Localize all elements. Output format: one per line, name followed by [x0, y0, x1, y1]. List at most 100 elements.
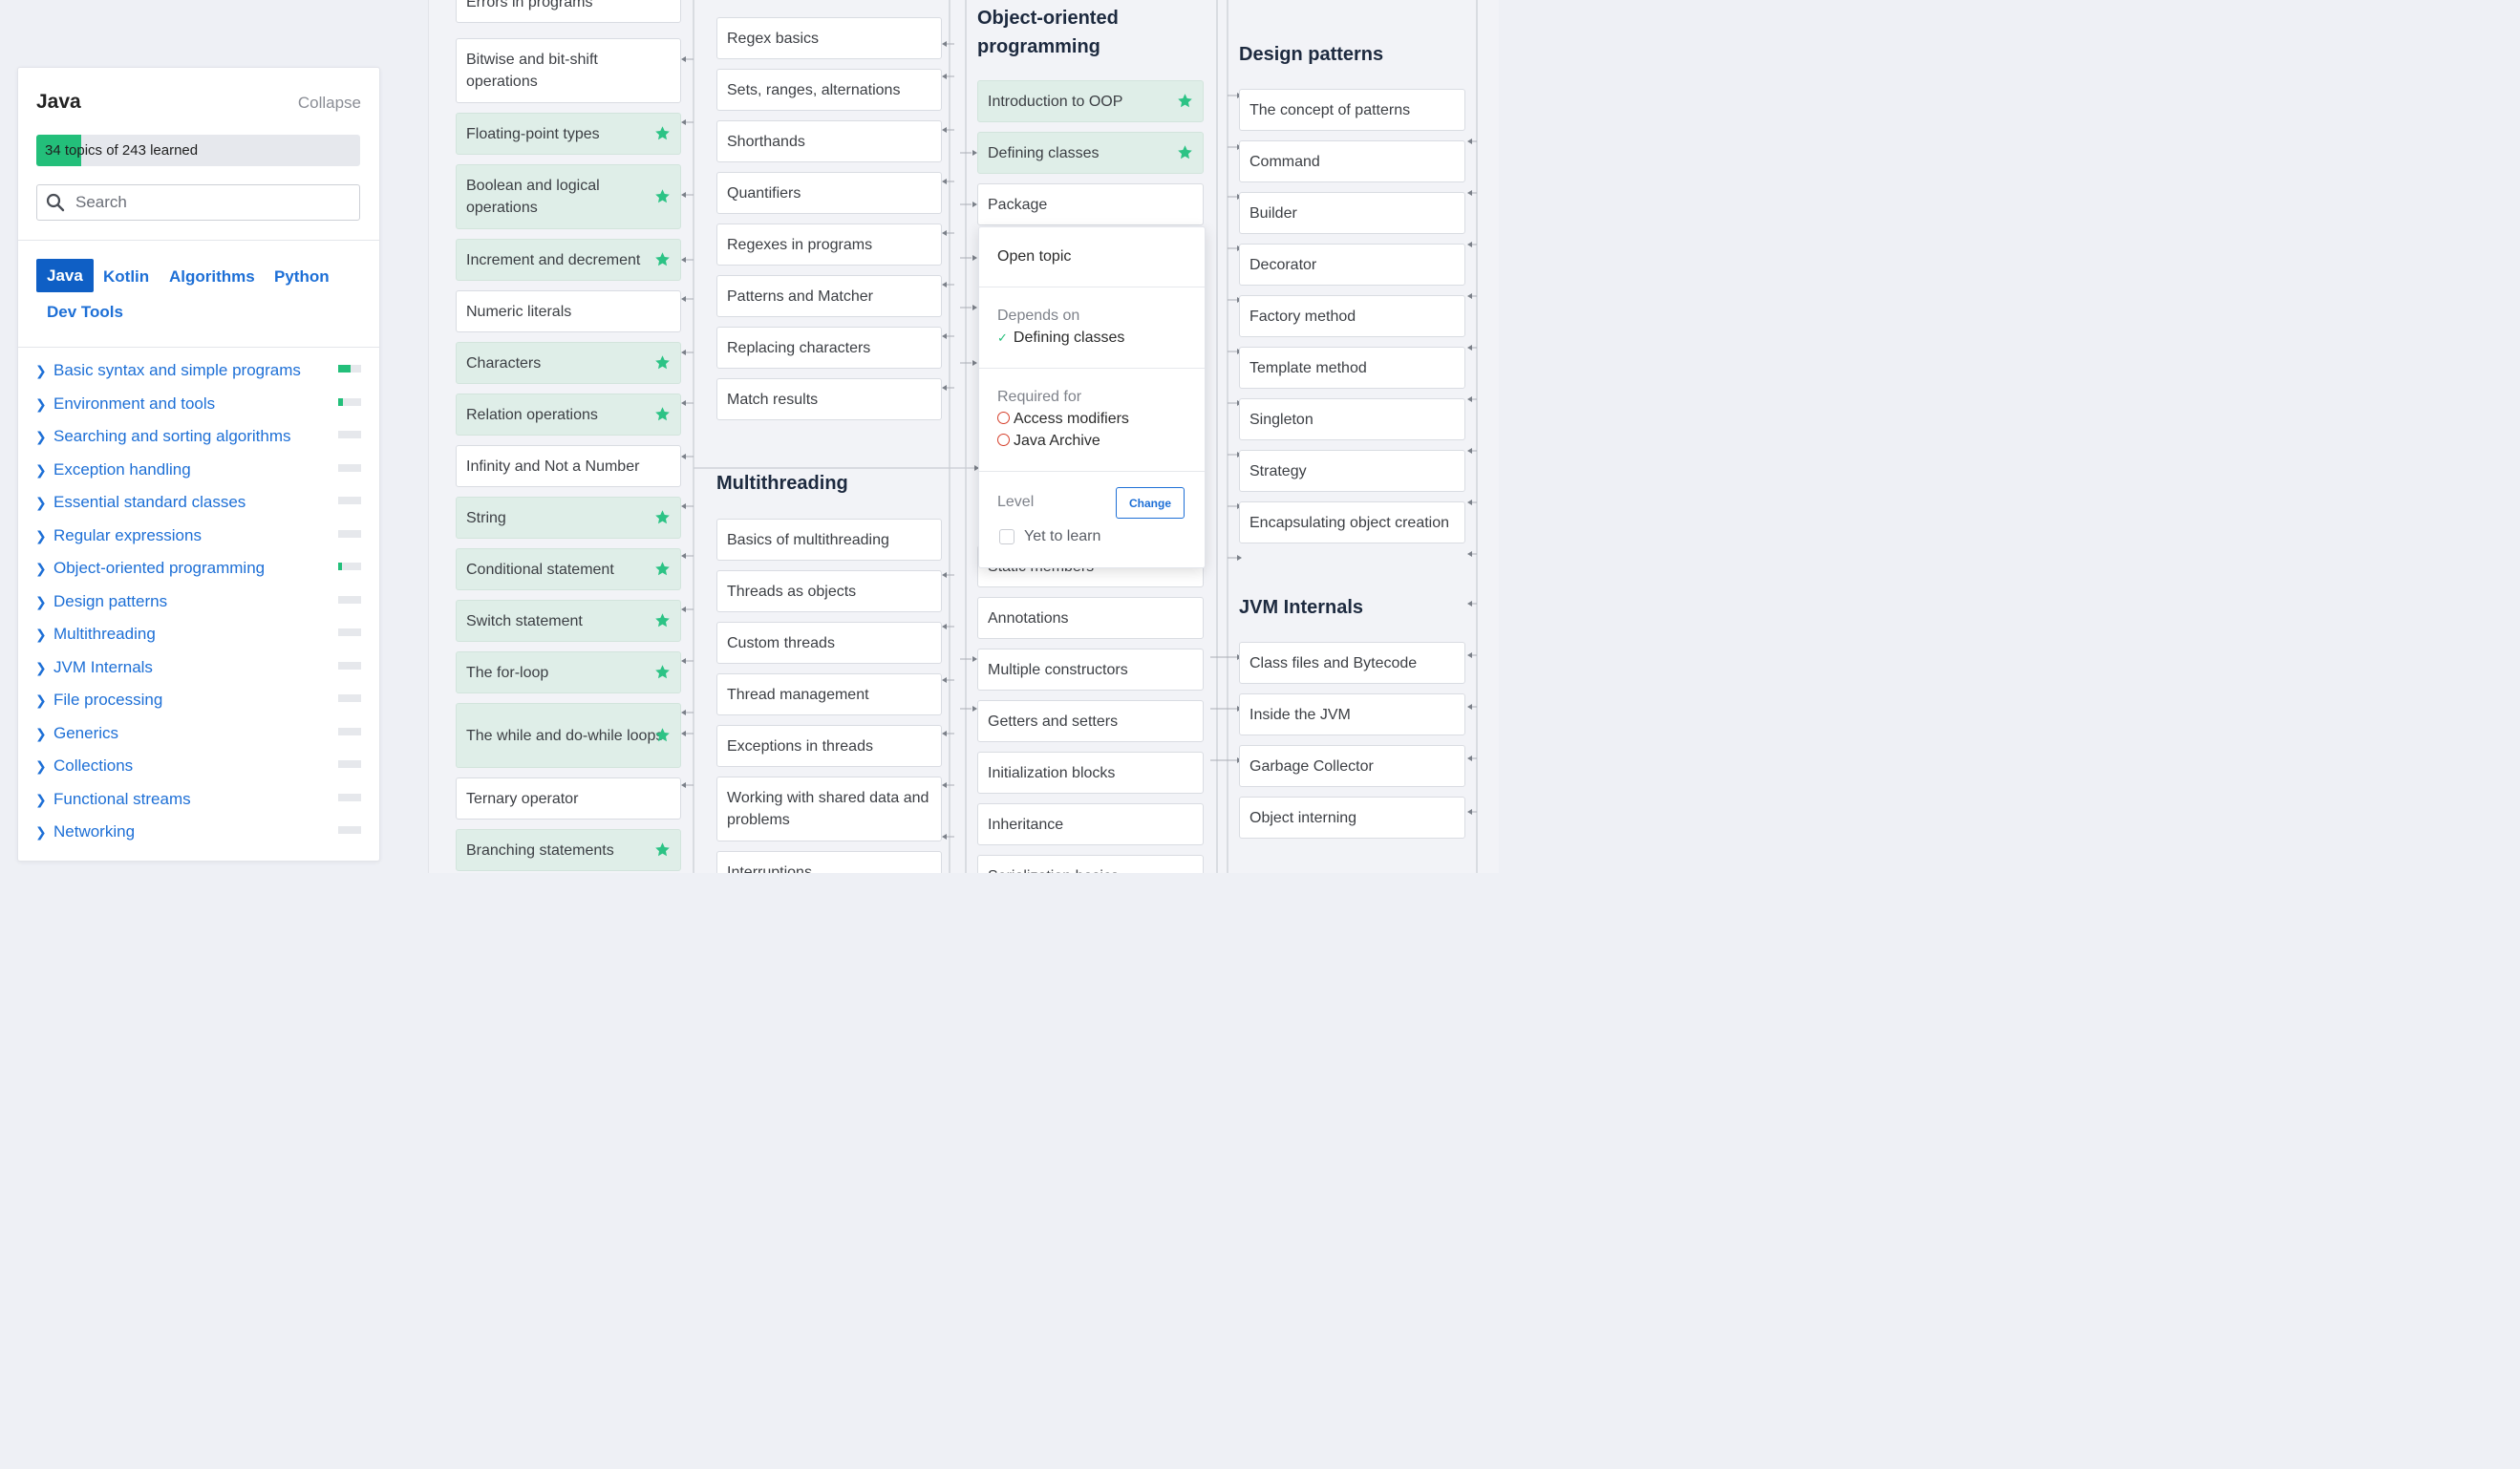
topic-card-characters[interactable]: Characters [456, 342, 681, 384]
topic-card-garbage-collector[interactable]: Garbage Collector [1239, 745, 1465, 787]
topic-card-singleton[interactable]: Singleton [1239, 398, 1465, 440]
required-for-item[interactable]: Java Archive [997, 433, 1100, 450]
topic-card-object-interning[interactable]: Object interning [1239, 797, 1465, 839]
topic-row-collections[interactable]: ❯ Collections [18, 755, 379, 783]
topic-row-networking[interactable]: ❯ Networking [18, 820, 379, 849]
topic-card-label: Initialization blocks [988, 764, 1116, 781]
topic-card-serialization-basics[interactable]: Serialization basics [977, 855, 1204, 873]
topic-card-class-files-and-bytecode[interactable]: Class files and Bytecode [1239, 642, 1465, 684]
topic-card-label: Working with shared data and problems [727, 790, 929, 828]
topic-card-shorthands[interactable]: Shorthands [716, 120, 942, 162]
topic-card-bitwise-and-bit-shift-operations[interactable]: Bitwise and bit-shift operations [456, 38, 681, 103]
topic-card-the-while-and-do-while-loops[interactable]: The while and do-while loops [456, 703, 681, 768]
topic-row-regular-expressions[interactable]: ❯ Regular expressions [18, 524, 379, 553]
topic-card-thread-management[interactable]: Thread management [716, 673, 942, 715]
tab-kotlin[interactable]: Kotlin [103, 267, 149, 287]
topic-card-command[interactable]: Command [1239, 140, 1465, 182]
topic-card-getters-and-setters[interactable]: Getters and setters [977, 700, 1204, 742]
topic-card-match-results[interactable]: Match results [716, 378, 942, 420]
topic-row-searching-and-sorting-algorithms[interactable]: ❯ Searching and sorting algorithms [18, 425, 379, 454]
topic-card-increment-and-decrement[interactable]: Increment and decrement [456, 239, 681, 281]
topic-card-threads-as-objects[interactable]: Threads as objects [716, 570, 942, 612]
knowledge-map[interactable]: Errors in programs Bitwise and bit-shift … [428, 0, 1499, 873]
topic-row-essential-standard-classes[interactable]: ❯ Essential standard classes [18, 491, 379, 520]
topic-row-exception-handling[interactable]: ❯ Exception handling [18, 458, 379, 487]
topic-card-package[interactable]: Package [977, 183, 1204, 225]
topic-row-functional-streams[interactable]: ❯ Functional streams [18, 788, 379, 817]
chevron-right-icon: ❯ [35, 758, 47, 774]
change-level-button[interactable]: Change [1116, 487, 1185, 519]
topic-card-basics-of-multithreading[interactable]: Basics of multithreading [716, 519, 942, 561]
topic-row-multithreading[interactable]: ❯ Multithreading [18, 623, 379, 651]
topic-progress-bar [338, 431, 361, 438]
topic-card-branching-statements[interactable]: Branching statements [456, 829, 681, 871]
topic-card-label: Characters [466, 354, 542, 372]
topic-row-generics[interactable]: ❯ Generics [18, 722, 379, 751]
topic-card-introduction-to-oop[interactable]: Introduction to OOP [977, 80, 1204, 122]
topic-card-defining-classes[interactable]: Defining classes [977, 132, 1204, 174]
topic-card-infinity-and-not-a-number[interactable]: Infinity and Not a Number [456, 445, 681, 487]
topic-card-errors-in-programs[interactable]: Errors in programs [456, 0, 681, 23]
topic-card-switch-statement[interactable]: Switch statement [456, 600, 681, 642]
topic-card-sets-ranges-alternations[interactable]: Sets, ranges, alternations [716, 69, 942, 111]
topic-row-jvm-internals[interactable]: ❯ JVM Internals [18, 656, 379, 685]
tab-algorithms[interactable]: Algorithms [169, 267, 255, 287]
topic-card-template-method[interactable]: Template method [1239, 347, 1465, 389]
divider [18, 347, 379, 348]
section-heading-design-patterns: Design patterns [1239, 44, 1384, 65]
topics-panel: Java Collapse 34 topics of 243 learned J… [17, 67, 380, 862]
topic-row-basic-syntax-and-simple-programs[interactable]: ❯ Basic syntax and simple programs [18, 359, 379, 388]
topic-card-conditional-statement[interactable]: Conditional statement [456, 548, 681, 590]
topic-row-design-patterns[interactable]: ❯ Design patterns [18, 590, 379, 619]
topic-row-object-oriented-programming[interactable]: ❯ Object-oriented programming [18, 557, 379, 585]
depends-on-item[interactable]: ✓ Defining classes [997, 330, 1124, 347]
topic-card-label: The for-loop [466, 664, 549, 681]
topic-card-ternary-operator[interactable]: Ternary operator [456, 777, 681, 820]
topic-card-replacing-characters[interactable]: Replacing characters [716, 327, 942, 369]
tab-java[interactable]: Java [36, 259, 94, 292]
topic-card-custom-threads[interactable]: Custom threads [716, 622, 942, 664]
topic-card-factory-method[interactable]: Factory method [1239, 295, 1465, 337]
topic-label: Basic syntax and simple programs [53, 361, 301, 379]
search-input[interactable] [74, 187, 345, 218]
topic-card-decorator[interactable]: Decorator [1239, 244, 1465, 286]
topic-card-label: Template method [1249, 359, 1367, 376]
topic-card-regex-basics[interactable]: Regex basics [716, 17, 942, 59]
topic-card-boolean-and-logical-operations[interactable]: Boolean and logical operations [456, 164, 681, 229]
required-for-item[interactable]: Access modifiers [997, 411, 1129, 428]
topic-card-quantifiers[interactable]: Quantifiers [716, 172, 942, 214]
topic-card-encapsulating-object-creation[interactable]: Encapsulating object creation [1239, 501, 1465, 543]
topic-card-annotations[interactable]: Annotations [977, 597, 1204, 639]
tab-dev-tools[interactable]: Dev Tools [47, 303, 123, 322]
topic-progress-bar [338, 497, 361, 504]
topic-card-patterns-and-matcher[interactable]: Patterns and Matcher [716, 275, 942, 317]
level-checkbox[interactable] [999, 529, 1014, 544]
topic-card-interruptions[interactable]: Interruptions [716, 851, 942, 873]
topic-card-working-with-shared-data-and-problems[interactable]: Working with shared data and problems [716, 777, 942, 841]
topic-card-exceptions-in-threads[interactable]: Exceptions in threads [716, 725, 942, 767]
topic-card-initialization-blocks[interactable]: Initialization blocks [977, 752, 1204, 794]
search-box[interactable] [36, 184, 360, 221]
topic-card-floating-point-types[interactable]: Floating-point types [456, 113, 681, 155]
topic-card-regexes-in-programs[interactable]: Regexes in programs [716, 224, 942, 266]
topic-card-string[interactable]: String [456, 497, 681, 539]
topic-card-strategy[interactable]: Strategy [1239, 450, 1465, 492]
required-for-label: Required for [997, 389, 1082, 405]
topic-card-numeric-literals[interactable]: Numeric literals [456, 290, 681, 332]
topic-card-builder[interactable]: Builder [1239, 192, 1465, 234]
topic-row-environment-and-tools[interactable]: ❯ Environment and tools [18, 393, 379, 421]
topic-card-the-for-loop[interactable]: The for-loop [456, 651, 681, 693]
topic-label: Generics [53, 723, 119, 742]
topic-card-inheritance[interactable]: Inheritance [977, 803, 1204, 845]
topic-card-relation-operations[interactable]: Relation operations [456, 394, 681, 436]
topic-label: Object-oriented programming [53, 559, 266, 577]
collapse-button[interactable]: Collapse [298, 94, 361, 113]
topic-row-file-processing[interactable]: ❯ File processing [18, 689, 379, 717]
open-topic-link[interactable]: Open topic [997, 248, 1071, 266]
topic-card-label: Thread management [727, 686, 869, 703]
topic-card-multiple-constructors[interactable]: Multiple constructors [977, 649, 1204, 691]
topic-progress-bar [338, 628, 361, 636]
tab-python[interactable]: Python [274, 267, 330, 287]
topic-card-the-concept-of-patterns[interactable]: The concept of patterns [1239, 89, 1465, 131]
topic-card-inside-the-jvm[interactable]: Inside the JVM [1239, 693, 1465, 735]
